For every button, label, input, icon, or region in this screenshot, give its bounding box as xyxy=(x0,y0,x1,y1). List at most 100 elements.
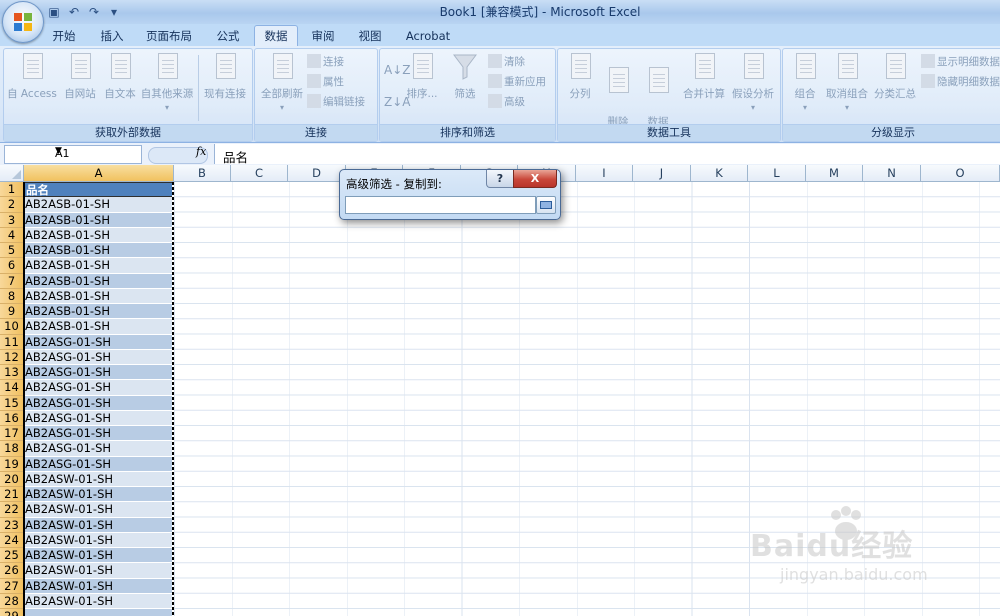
column-header-j[interactable]: J xyxy=(633,165,691,182)
cell-a[interactable] xyxy=(24,609,174,616)
office-button[interactable] xyxy=(2,1,44,43)
row-header[interactable]: 3 xyxy=(0,212,24,228)
name-box[interactable]: A1 ▼ xyxy=(4,145,142,164)
hide-detail-button[interactable]: 隐藏明细数据 xyxy=(921,73,1000,91)
cell-a[interactable]: AB2ASG-01-SH xyxy=(24,334,174,350)
cell-a[interactable]: AB2ASB-01-SH xyxy=(24,319,174,335)
row-header[interactable]: 21 xyxy=(0,487,24,503)
column-header-o[interactable]: O xyxy=(921,165,1000,182)
clear-filter-button[interactable]: 清除 xyxy=(488,53,525,71)
formula-input[interactable]: 品名 xyxy=(214,144,1000,165)
column-header-k[interactable]: K xyxy=(691,165,748,182)
cell-a[interactable]: AB2ASB-01-SH xyxy=(24,197,174,213)
row-header[interactable]: 28 xyxy=(0,593,24,609)
cell-a[interactable]: AB2ASG-01-SH xyxy=(24,410,174,426)
row-header[interactable]: 20 xyxy=(0,471,24,487)
undo-icon[interactable]: ↶ xyxy=(66,4,82,20)
filter-button[interactable]: 筛选 xyxy=(446,51,484,101)
column-header-m[interactable]: M xyxy=(806,165,863,182)
redo-icon[interactable]: ↷ xyxy=(86,4,102,20)
row-header[interactable]: 11 xyxy=(0,334,24,350)
from-text-button[interactable]: 自文本 xyxy=(100,51,140,101)
refresh-all-button[interactable]: 全部刷新 ▾ xyxy=(257,51,307,115)
cell-a[interactable]: AB2ASG-01-SH xyxy=(24,395,174,411)
row-header[interactable]: 15 xyxy=(0,395,24,411)
row-header[interactable]: 4 xyxy=(0,227,24,243)
cell-a[interactable]: AB2ASW-01-SH xyxy=(24,487,174,503)
customize-qat-icon[interactable]: ▾ xyxy=(106,4,122,20)
group-button[interactable]: 组合 ▾ xyxy=(785,51,825,115)
insert-function-icon[interactable]: fx xyxy=(196,145,206,158)
cell-a[interactable]: AB2ASW-01-SH xyxy=(24,578,174,594)
tab-view[interactable]: 视图 xyxy=(348,26,392,46)
column-header-i[interactable]: I xyxy=(576,165,633,182)
row-header[interactable]: 24 xyxy=(0,532,24,548)
row-header[interactable]: 22 xyxy=(0,502,24,518)
ungroup-button[interactable]: 取消组合 ▾ xyxy=(825,51,869,115)
column-header-c[interactable]: C xyxy=(231,165,288,182)
row-header[interactable]: 9 xyxy=(0,304,24,320)
cell-a[interactable]: AB2ASW-01-SH xyxy=(24,502,174,518)
cell-a[interactable]: AB2ASW-01-SH xyxy=(24,471,174,487)
column-header-d[interactable]: D xyxy=(288,165,346,182)
row-header[interactable]: 5 xyxy=(0,243,24,259)
cell-a[interactable]: AB2ASG-01-SH xyxy=(24,349,174,365)
existing-connections-button[interactable]: 现有连接 xyxy=(200,51,250,101)
row-header[interactable]: 29 xyxy=(0,609,24,616)
row-header[interactable]: 10 xyxy=(0,319,24,335)
tab-home[interactable]: 开始 xyxy=(44,26,84,46)
tab-acrobat[interactable]: Acrobat xyxy=(398,26,458,46)
cell-a[interactable]: AB2ASB-01-SH xyxy=(24,288,174,304)
from-other-sources-button[interactable]: 自其他来源 ▾ xyxy=(138,51,196,115)
row-header[interactable]: 12 xyxy=(0,349,24,365)
row-header[interactable]: 25 xyxy=(0,548,24,564)
save-icon[interactable]: ▣ xyxy=(46,4,62,20)
cell-a[interactable]: AB2ASB-01-SH xyxy=(24,227,174,243)
reapply-button[interactable]: 重新应用 xyxy=(488,73,546,91)
properties-button[interactable]: 属性 xyxy=(307,73,344,91)
cell-a[interactable]: AB2ASW-01-SH xyxy=(24,563,174,579)
row-header[interactable]: 13 xyxy=(0,365,24,381)
subtotal-button[interactable]: 分类汇总 xyxy=(873,51,917,101)
row-header[interactable]: 19 xyxy=(0,456,24,472)
row-header[interactable]: 6 xyxy=(0,258,24,274)
sort-button[interactable]: 排序... xyxy=(404,51,440,101)
copy-to-range-input[interactable] xyxy=(345,196,536,214)
cell-a[interactable]: AB2ASB-01-SH xyxy=(24,304,174,320)
row-header[interactable]: 2 xyxy=(0,197,24,213)
consolidate-button[interactable]: 合并计算 xyxy=(680,51,728,101)
cell-a[interactable]: AB2ASG-01-SH xyxy=(24,441,174,457)
show-detail-button[interactable]: 显示明细数据 xyxy=(921,53,1000,71)
row-header[interactable]: 23 xyxy=(0,517,24,533)
expand-dialog-icon[interactable] xyxy=(536,196,556,214)
tab-data[interactable]: 数据 xyxy=(254,25,298,47)
cell-a[interactable]: AB2ASB-01-SH xyxy=(24,243,174,259)
cell-a[interactable]: AB2ASW-01-SH xyxy=(24,548,174,564)
cell-a[interactable]: AB2ASW-01-SH xyxy=(24,517,174,533)
cell-a[interactable]: AB2ASB-01-SH xyxy=(24,258,174,274)
advanced-filter-button[interactable]: 高级 xyxy=(488,93,525,111)
row-header[interactable]: 17 xyxy=(0,426,24,442)
row-header[interactable]: 18 xyxy=(0,441,24,457)
row-header[interactable]: 14 xyxy=(0,380,24,396)
row-header[interactable]: 8 xyxy=(0,288,24,304)
row-header[interactable]: 7 xyxy=(0,273,24,289)
edit-links-button[interactable]: 编辑链接 xyxy=(307,93,365,111)
close-button[interactable]: X xyxy=(513,170,557,188)
help-button[interactable]: ? xyxy=(486,170,514,188)
cell-a[interactable]: AB2ASB-01-SH xyxy=(24,212,174,228)
cell-a[interactable]: AB2ASW-01-SH xyxy=(24,593,174,609)
column-header-l[interactable]: L xyxy=(748,165,806,182)
column-header-n[interactable]: N xyxy=(863,165,921,182)
row-header[interactable]: 16 xyxy=(0,410,24,426)
cell-a[interactable]: AB2ASG-01-SH xyxy=(24,456,174,472)
tab-page-layout[interactable]: 页面布局 xyxy=(140,26,198,46)
connections-button[interactable]: 连接 xyxy=(307,53,344,71)
tab-insert[interactable]: 插入 xyxy=(92,26,132,46)
cell-a[interactable]: AB2ASW-01-SH xyxy=(24,532,174,548)
cell-a[interactable]: AB2ASG-01-SH xyxy=(24,365,174,381)
column-header-b[interactable]: B xyxy=(174,165,231,182)
what-if-analysis-button[interactable]: 假设分析 ▾ xyxy=(728,51,778,115)
tab-review[interactable]: 审阅 xyxy=(302,26,344,46)
cell-a[interactable]: AB2ASB-01-SH xyxy=(24,273,174,289)
